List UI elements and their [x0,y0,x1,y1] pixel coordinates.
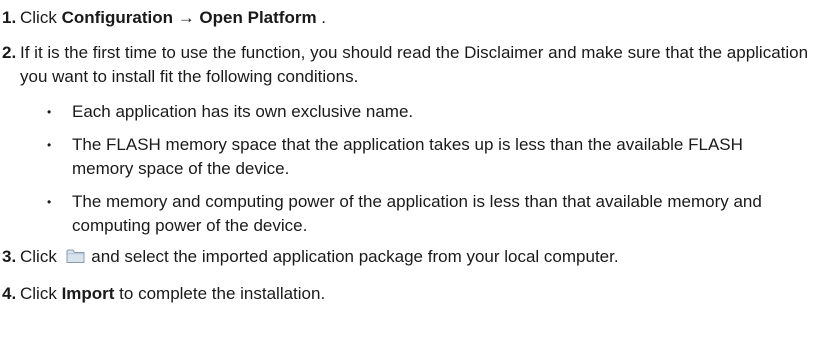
bullet-icon: • [47,195,52,209]
step-prefix: Click [20,247,62,266]
step-number: 3. [2,247,17,266]
step-text: Click Import to complete the installatio… [20,282,822,306]
list-item-text: The memory and computing power of the ap… [72,192,762,235]
step-suffix: and select the imported application pack… [86,247,619,266]
list-item-text: The FLASH memory space that the applicat… [72,135,743,178]
folder-icon [66,247,85,271]
conditions-list: • Each application has its own exclusive… [2,100,822,238]
step-number: 4. [2,284,17,303]
list-item: • Each application has its own exclusive… [2,100,822,124]
list-item: • The memory and computing power of the … [2,190,822,238]
list-item: • The FLASH memory space that the applic… [2,133,822,181]
step-3: 3. Click and select the imported applica… [2,245,822,271]
step-suffix: to complete the installation. [114,284,326,303]
step-text: Click and select the imported applicatio… [20,245,822,271]
step-prefix: Click [20,8,62,27]
menu-path: Configuration → Open Platform [61,8,317,27]
step-text: If it is the first time to use the funct… [20,43,809,86]
step-suffix: . [316,8,327,27]
step-number: 2. [2,43,17,62]
step-1: 1. Click Configuration → Open Platform . [2,6,822,30]
document-page: 1. Click Configuration → Open Platform .… [0,0,822,351]
step-4: 4. Click Import to complete the installa… [2,282,822,306]
bullet-icon: • [47,138,52,152]
step-2: 2. If it is the first time to use the fu… [2,41,822,89]
import-button-label: Import [61,284,115,303]
step-number: 1. [2,8,17,27]
list-item-text: Each application has its own exclusive n… [72,102,414,121]
step-body: If it is the first time to use the funct… [20,41,822,89]
bullet-icon: • [47,105,52,119]
step-text: Click Configuration → Open Platform . [20,6,822,30]
step-prefix: Click [20,284,62,303]
